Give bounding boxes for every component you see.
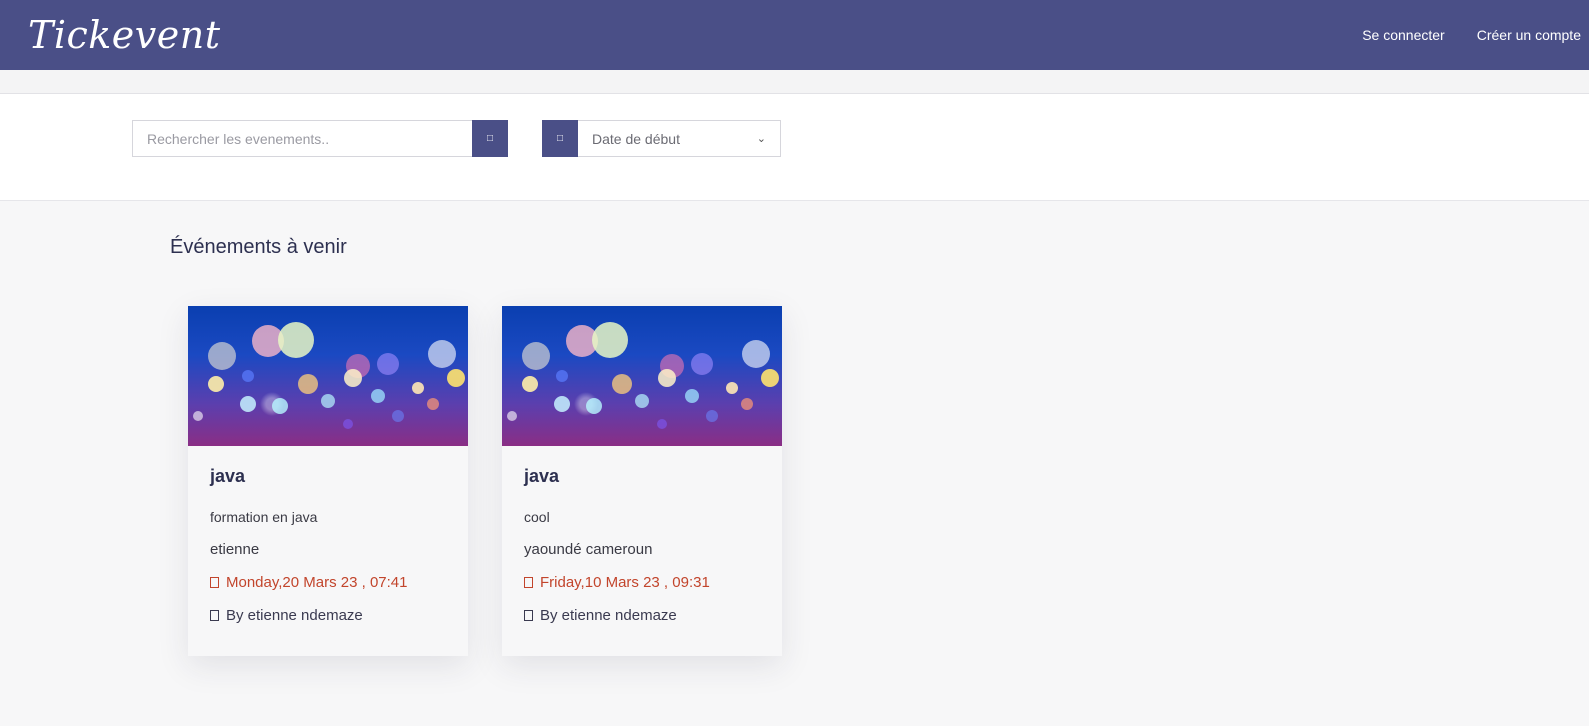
event-description: formation en java: [210, 509, 318, 525]
event-date-text: Friday,10 Mars 23 , 09:31: [540, 574, 710, 591]
event-title[interactable]: java: [524, 466, 760, 487]
user-icon: [210, 610, 219, 621]
chevron-down-icon: ⌄: [756, 133, 766, 145]
search-group: □: [132, 120, 508, 157]
login-link[interactable]: Se connecter: [1362, 27, 1445, 43]
event-author-text: By etienne ndemaze: [226, 607, 363, 624]
event-date: Monday,20 Mars 23 , 07:41: [210, 574, 446, 591]
clock-icon: [524, 577, 533, 588]
bokeh-lights: [507, 322, 779, 429]
search-input[interactable]: [132, 120, 472, 157]
user-icon: [524, 610, 533, 621]
event-author: By etienne ndemaze: [524, 607, 760, 624]
event-place: etienne: [210, 541, 260, 558]
event-card[interactable]: java cool yaoundé cameroun Friday,10 Mar…: [502, 306, 782, 656]
bokeh-lights: [193, 322, 465, 429]
event-title[interactable]: java: [210, 466, 446, 487]
search-button[interactable]: □: [472, 120, 508, 157]
section-title: Événements à venir: [170, 236, 347, 258]
calendar-icon-box: □: [542, 120, 578, 157]
event-image[interactable]: [502, 306, 782, 446]
event-card-body: java cool yaoundé cameroun Friday,10 Mar…: [502, 446, 782, 644]
event-author-text: By etienne ndemaze: [540, 607, 677, 624]
event-date: Friday,10 Mars 23 , 09:31: [524, 574, 760, 591]
filter-panel: □ □ Date de début ⌄: [0, 94, 1589, 201]
clock-icon: [210, 577, 219, 588]
date-filter-group: □ Date de début ⌄: [542, 120, 781, 157]
event-image[interactable]: [188, 306, 468, 446]
event-card-body: java formation en java etienne Monday,20…: [188, 446, 468, 644]
event-card[interactable]: java formation en java etienne Monday,20…: [188, 306, 468, 656]
event-date-text: Monday,20 Mars 23 , 07:41: [226, 574, 408, 591]
top-navbar: Tickevent Se connecter Créer un compte: [0, 0, 1589, 70]
date-select[interactable]: Date de début ⌄: [578, 120, 781, 157]
calendar-icon: □: [556, 133, 564, 144]
signup-link[interactable]: Créer un compte: [1477, 27, 1581, 43]
site-logo[interactable]: Tickevent: [28, 13, 221, 57]
search-icon: □: [486, 133, 494, 144]
event-description: cool: [524, 509, 550, 525]
event-author: By etienne ndemaze: [210, 607, 446, 624]
date-select-value: Date de début: [592, 130, 680, 147]
event-place: yaoundé cameroun: [524, 541, 653, 558]
nav-links: Se connecter Créer un compte: [1330, 27, 1581, 43]
subheader-strip: [0, 70, 1589, 94]
